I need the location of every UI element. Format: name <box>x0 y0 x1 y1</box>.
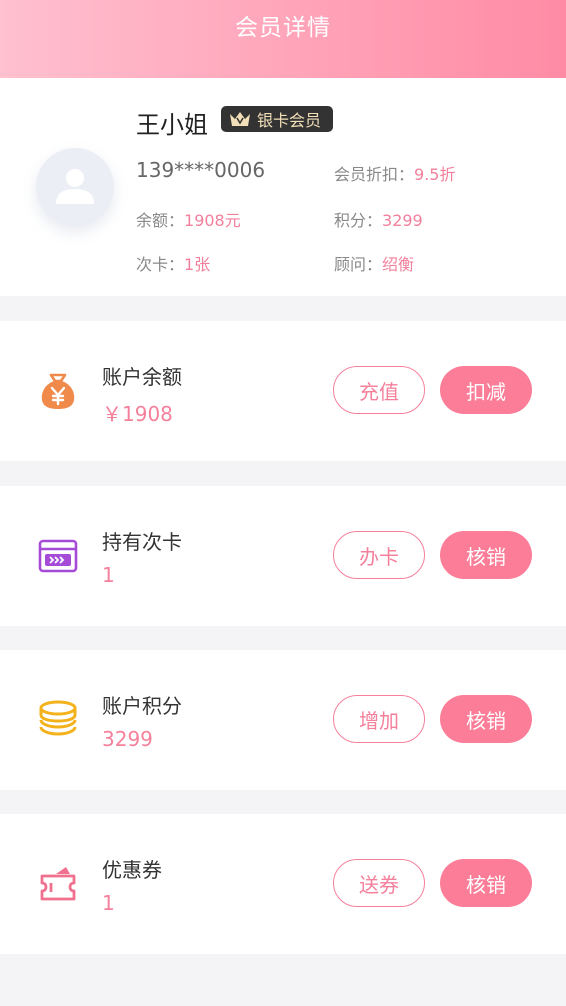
points-info: 积分：3299 <box>334 207 423 231</box>
card-title: 持有次卡 <box>102 530 182 554</box>
deduct-button[interactable]: 扣减 <box>440 366 532 414</box>
balance-info: 余额：1908元 <box>136 207 241 231</box>
card-title: 账户积分 <box>102 694 182 718</box>
issue-card-button[interactable]: 办卡 <box>333 531 425 579</box>
advisor-label: 顾问： <box>334 255 383 274</box>
advisor-value: 绍衡 <box>382 255 415 274</box>
member-profile-card: 王小姐 银卡会员 139****0006 会员折扣：9.5折 余额：1908元 … <box>0 78 566 296</box>
card-title: 账户余额 <box>102 365 182 389</box>
times-card-info: 次卡：1张 <box>136 251 210 275</box>
phone-number: 139****0006 <box>136 158 266 182</box>
coupon-card: 优惠券 1 送券 核销 <box>0 814 566 954</box>
crown-icon <box>230 112 250 126</box>
discount-info: 会员折扣：9.5折 <box>334 161 455 185</box>
balance-value: 1908元 <box>184 211 241 230</box>
header-bar: 会员详情 <box>0 0 566 78</box>
add-points-button[interactable]: 增加 <box>333 695 425 743</box>
times-card-label: 次卡： <box>136 255 185 274</box>
avatar <box>36 148 114 226</box>
times-card-card: 持有次卡 1 办卡 核销 <box>0 486 566 626</box>
card-value: 3299 <box>102 727 153 751</box>
card-title: 优惠券 <box>102 858 162 882</box>
balance-label: 余额： <box>136 211 185 230</box>
recharge-button[interactable]: 充值 <box>333 366 425 414</box>
card-value: 1 <box>102 891 115 915</box>
discount-label: 会员折扣： <box>334 165 415 184</box>
send-coupon-button[interactable]: 送券 <box>333 859 425 907</box>
advisor-info: 顾问：绍衡 <box>334 251 414 275</box>
redeem-coupon-button[interactable]: 核销 <box>440 859 532 907</box>
coins-stack-icon <box>39 700 77 736</box>
user-icon <box>56 169 94 204</box>
points-label: 积分： <box>334 211 383 230</box>
badge-label: 银卡会员 <box>257 111 322 130</box>
card-value: 1 <box>102 563 115 587</box>
member-name: 王小姐 <box>136 111 208 139</box>
redeem-card-button[interactable]: 核销 <box>440 531 532 579</box>
times-card-icon <box>38 539 78 573</box>
redeem-points-button[interactable]: 核销 <box>440 695 532 743</box>
page-title: 会员详情 <box>235 15 331 41</box>
balance-card: 账户余额 ￥1908 充值 扣减 <box>0 321 566 461</box>
coupon-ticket-icon <box>40 867 76 901</box>
discount-value: 9.5折 <box>414 165 456 184</box>
times-card-value: 1张 <box>184 255 211 274</box>
points-value: 3299 <box>382 211 423 230</box>
money-bag-icon <box>41 373 75 409</box>
member-level-badge: 银卡会员 <box>221 106 334 132</box>
card-value: ￥1908 <box>102 402 173 426</box>
points-card: 账户积分 3299 增加 核销 <box>0 650 566 790</box>
